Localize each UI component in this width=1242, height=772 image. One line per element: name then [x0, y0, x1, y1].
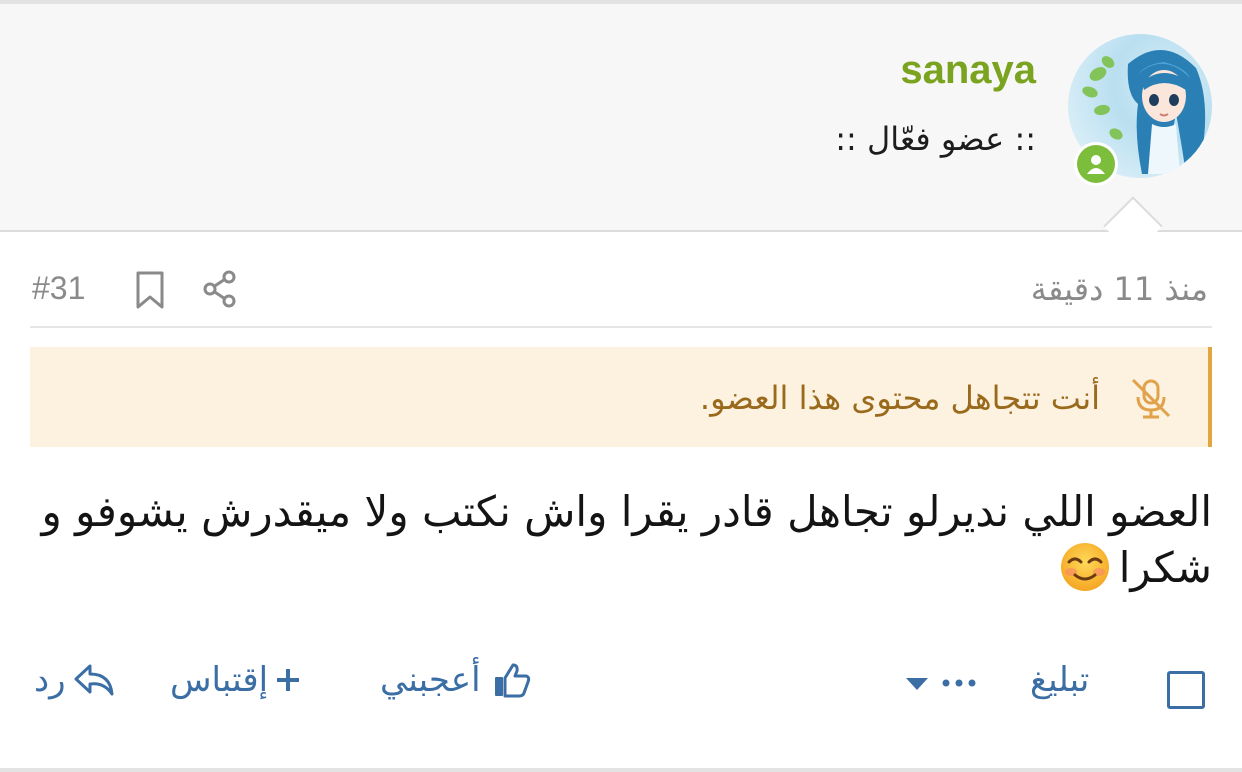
post-body: العضو اللي نديرلو تجاهل قادر يقرا واش نك… [30, 484, 1212, 596]
ignore-notice: أنت تتجاهل محتوى هذا العضو. [30, 347, 1212, 447]
select-post-checkbox[interactable] [1167, 671, 1205, 709]
online-icon [1077, 145, 1115, 183]
post-body-text: العضو اللي نديرلو تجاهل قادر يقرا واش نك… [41, 487, 1212, 592]
reply-label: رد [34, 660, 66, 700]
more-options-button[interactable] [904, 668, 978, 696]
quote-label: إقتباس [170, 660, 269, 700]
bottom-border [0, 768, 1242, 772]
reply-button[interactable]: رد [34, 660, 116, 700]
like-label: أعجبني [380, 660, 481, 700]
meta-divider [30, 326, 1212, 328]
muted-microphone-icon [1128, 375, 1174, 425]
plus-icon [277, 669, 300, 691]
report-link[interactable]: تبليغ [1030, 660, 1089, 700]
ignore-notice-text: أنت تتجاهل محتوى هذا العضو. [699, 379, 1100, 417]
online-badge [1074, 142, 1118, 186]
bookmark-icon[interactable] [134, 270, 166, 314]
post-meta: #31 منذ 11 دقيقة [30, 258, 1212, 322]
username-link[interactable]: sanaya [900, 48, 1036, 93]
user-header: sanaya :: عضو فعّال :: [0, 4, 1242, 232]
share-icon[interactable] [202, 270, 238, 312]
post-actions: رد إقتباس أعجبني تبليغ [0, 660, 1242, 720]
more-options-icon [906, 678, 976, 690]
user-title: :: عضو فعّال :: [835, 120, 1036, 158]
thumbs-up-icon [494, 663, 530, 698]
post-time-link[interactable]: منذ 11 دقيقة [1031, 270, 1208, 308]
like-button[interactable]: أعجبني [380, 660, 531, 700]
quote-button[interactable]: إقتباس [170, 660, 302, 700]
smiling-face-icon [1055, 542, 1115, 592]
report-label: تبليغ [1030, 660, 1090, 700]
post-number-link[interactable]: #31 [32, 270, 85, 307]
reply-arrow-icon [74, 664, 114, 696]
